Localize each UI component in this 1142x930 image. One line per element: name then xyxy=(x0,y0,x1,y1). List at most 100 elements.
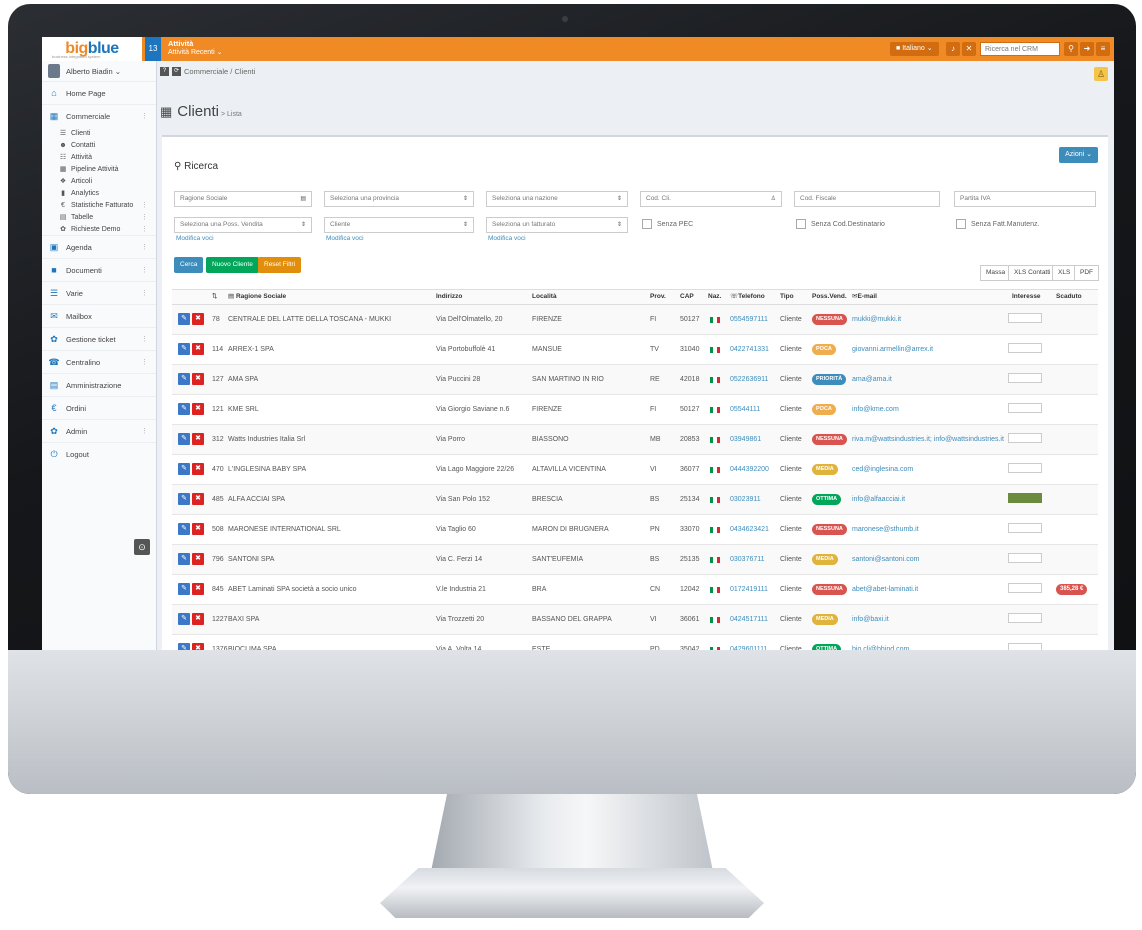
cod-fiscale-input[interactable]: Cod. Fiscale xyxy=(794,191,940,207)
cell-email[interactable]: abet@abet-laminati.it xyxy=(852,575,1004,604)
column-header-email[interactable]: ✉E-mail xyxy=(852,290,877,304)
modifica-voci-link[interactable]: Modifica voci xyxy=(326,235,364,242)
fatturato-select[interactable]: Seleziona un fatturato ⇕ xyxy=(486,217,628,233)
table-row[interactable]: ✎ ✖ 845 ABET Laminati SPA società a socio u… xyxy=(172,575,1098,605)
edit-icon[interactable]: ✎ xyxy=(178,613,190,625)
modifica-voci-link[interactable]: Modifica voci xyxy=(176,235,214,242)
delete-icon[interactable]: ✖ xyxy=(192,433,204,445)
table-row[interactable]: ✎ ✖ 1227 BAXI SPA Via Trozzetti 20 BASSANO DE… xyxy=(172,605,1098,635)
cell-tel[interactable]: 03023911 xyxy=(730,485,778,514)
sidebar-item-home[interactable]: ⌂ Home Page xyxy=(42,81,156,104)
sidebar-item-agenda[interactable]: ▣ Agenda ⋮ xyxy=(42,235,156,258)
refresh-icon[interactable]: ⟳ xyxy=(172,67,181,76)
delete-icon[interactable]: ✖ xyxy=(192,463,204,475)
senza-cod-destinatario-checkbox[interactable]: Senza Cod.Destinatario xyxy=(796,219,885,229)
massa-button[interactable]: Massa xyxy=(980,265,1012,281)
delete-icon[interactable]: ✖ xyxy=(192,523,204,535)
column-header-scaduto[interactable]: Scaduto xyxy=(1056,290,1082,304)
cell-tel[interactable]: 0444392200 xyxy=(730,455,778,484)
cell-email[interactable]: santoni@santoni.com xyxy=(852,545,1004,574)
search-icon[interactable]: ⚲ xyxy=(1064,42,1078,56)
crm-search-input[interactable]: Ricerca nel CRM xyxy=(980,42,1060,56)
reset-filtri-button[interactable]: Reset Filtri xyxy=(258,257,302,273)
sidebar-item-logout[interactable]: ⏻ Logout xyxy=(42,442,156,465)
table-row[interactable]: ✎ ✖ 796 SANTONI SPA Via C. Ferzi 14 SANT'EUFE… xyxy=(172,545,1098,575)
table-row[interactable]: ✎ ✖ 470 L'INGLESINA BABY SPA Via Lago Maggio… xyxy=(172,455,1098,485)
table-row[interactable]: ✎ ✖ 121 KME SRL Via Giorgio Saviane n.6 FIREN… xyxy=(172,395,1098,425)
cell-tel[interactable]: 0429601111 xyxy=(730,635,778,650)
cell-tel[interactable]: 030376711 xyxy=(730,545,778,574)
language-select[interactable]: ■ Italiano ⌄ xyxy=(890,42,939,56)
sidebar-item-statistiche[interactable]: € Statistiche Fatturato ⋮ xyxy=(42,199,156,211)
activity-menu[interactable]: Attività Attività Recenti ⌄ xyxy=(168,40,223,57)
edit-icon[interactable]: ✎ xyxy=(178,493,190,505)
edit-icon[interactable]: ✎ xyxy=(178,583,190,595)
cell-tel[interactable]: 03949861 xyxy=(730,425,778,454)
user-icon[interactable]: ♙ xyxy=(1094,67,1108,81)
column-header-indirizzo[interactable]: Indirizzo xyxy=(436,290,462,304)
sidebar-item-admin[interactable]: ✿ Admin ⋮ xyxy=(42,419,156,442)
delete-icon[interactable]: ✖ xyxy=(192,613,204,625)
sidebar-item-attivita[interactable]: ☷ Attività xyxy=(42,151,156,163)
nuovo-cliente-button[interactable]: Nuovo Cliente xyxy=(206,257,259,273)
cell-tel[interactable]: 0522636911 xyxy=(730,365,778,394)
cell-tel[interactable]: 0434623421 xyxy=(730,515,778,544)
cell-tel[interactable]: 05544111 xyxy=(730,395,778,424)
sidebar-collapse-button[interactable]: ⊙ xyxy=(134,539,150,555)
delete-icon[interactable]: ✖ xyxy=(192,583,204,595)
sidebar-item-centralino[interactable]: ☎ Centralino ⋮ xyxy=(42,350,156,373)
sidebar-item-commerciale[interactable]: ▦ Commerciale ⋮ xyxy=(42,104,156,127)
cell-email[interactable]: riva.m@wattsindustries.it; info@wattsind… xyxy=(852,425,1004,454)
sidebar-item-contatti[interactable]: ☻ Contatti xyxy=(42,139,156,151)
cell-email[interactable]: ama@ama.it xyxy=(852,365,1004,394)
sidebar-item-richieste-demo[interactable]: ✿ Richieste Demo ⋮ xyxy=(42,223,156,235)
table-row[interactable]: ✎ ✖ 312 Watts Industries Italia Srl Via Porr… xyxy=(172,425,1098,455)
column-header-poss[interactable]: Poss.Vend. xyxy=(812,290,847,304)
tools-icon[interactable]: ✕ xyxy=(962,42,976,56)
sidebar-item-ticket[interactable]: ✿ Gestione ticket ⋮ xyxy=(42,327,156,350)
cell-email[interactable]: mukki@mukki.it xyxy=(852,305,1004,334)
table-row[interactable]: ✎ ✖ 78 CENTRALE DEL LATTE DELLA TOSCANA - M… xyxy=(172,305,1098,335)
menu-icon[interactable]: ≡ xyxy=(1096,42,1110,56)
table-row[interactable]: ✎ ✖ 1376 BIOCLIMA SPA Via A. Volta 14 ESTE PD 3… xyxy=(172,635,1098,650)
sidebar-item-documenti[interactable]: ■ Documenti ⋮ xyxy=(42,258,156,281)
cell-email[interactable]: maronese@sthumb.it xyxy=(852,515,1004,544)
edit-icon[interactable]: ✎ xyxy=(178,313,190,325)
column-header-prov[interactable]: Prov. xyxy=(650,290,666,304)
logout-icon[interactable]: ➜ xyxy=(1080,42,1094,56)
column-header-naz[interactable]: Naz. xyxy=(708,290,721,304)
xls-contatti-button[interactable]: XLS Contatti xyxy=(1008,265,1057,281)
microphone-icon[interactable]: ♪ xyxy=(946,42,960,56)
cell-email[interactable]: info@alfaacciai.it xyxy=(852,485,1004,514)
edit-icon[interactable]: ✎ xyxy=(178,403,190,415)
poss-vendita-select[interactable]: Seleziona una Poss. Vendita ⇕ xyxy=(174,217,312,233)
column-header-tipo[interactable]: Tipo xyxy=(780,290,794,304)
cell-email[interactable]: info@baxi.it xyxy=(852,605,1004,634)
edit-icon[interactable]: ✎ xyxy=(178,643,190,650)
cell-email[interactable]: info@kme.com xyxy=(852,395,1004,424)
cell-tel[interactable]: 0554597111 xyxy=(730,305,778,334)
cell-email[interactable]: giovanni.armellin@arrex.it xyxy=(852,335,1004,364)
modifica-voci-link[interactable]: Modifica voci xyxy=(488,235,526,242)
provincia-select[interactable]: Seleziona una provincia ⇕ xyxy=(324,191,474,207)
edit-icon[interactable]: ✎ xyxy=(178,463,190,475)
nazione-select[interactable]: Seleziona una nazione ⇕ xyxy=(486,191,628,207)
senza-fatt-manutenz-checkbox[interactable]: Senza Fatt.Manutenz. xyxy=(956,219,1039,229)
cod-cli-input[interactable]: Cod. Cli. ♙ xyxy=(640,191,782,207)
edit-icon[interactable]: ✎ xyxy=(178,373,190,385)
delete-icon[interactable]: ✖ xyxy=(192,403,204,415)
column-header-cap[interactable]: CAP xyxy=(680,290,694,304)
delete-icon[interactable]: ✖ xyxy=(192,553,204,565)
table-row[interactable]: ✎ ✖ 508 MARONESE INTERNATIONAL SRL Via Tagli… xyxy=(172,515,1098,545)
cell-tel[interactable]: 0422741331 xyxy=(730,335,778,364)
edit-icon[interactable]: ✎ xyxy=(178,553,190,565)
sidebar-item-articoli[interactable]: ❖ Articoli xyxy=(42,175,156,187)
delete-icon[interactable]: ✖ xyxy=(192,313,204,325)
partita-iva-input[interactable]: Partita IVA xyxy=(954,191,1096,207)
help-icon[interactable]: ? xyxy=(160,67,169,76)
sidebar-item-tabelle[interactable]: ▤ Tabelle ⋮ xyxy=(42,211,156,223)
cerca-button[interactable]: Cerca xyxy=(174,257,204,273)
cell-tel[interactable]: 0172419111 xyxy=(730,575,778,604)
senza-pec-checkbox[interactable]: Senza PEC xyxy=(642,219,693,229)
table-row[interactable]: ✎ ✖ 127 AMA SPA Via Puccini 28 SAN MARTINO IN… xyxy=(172,365,1098,395)
